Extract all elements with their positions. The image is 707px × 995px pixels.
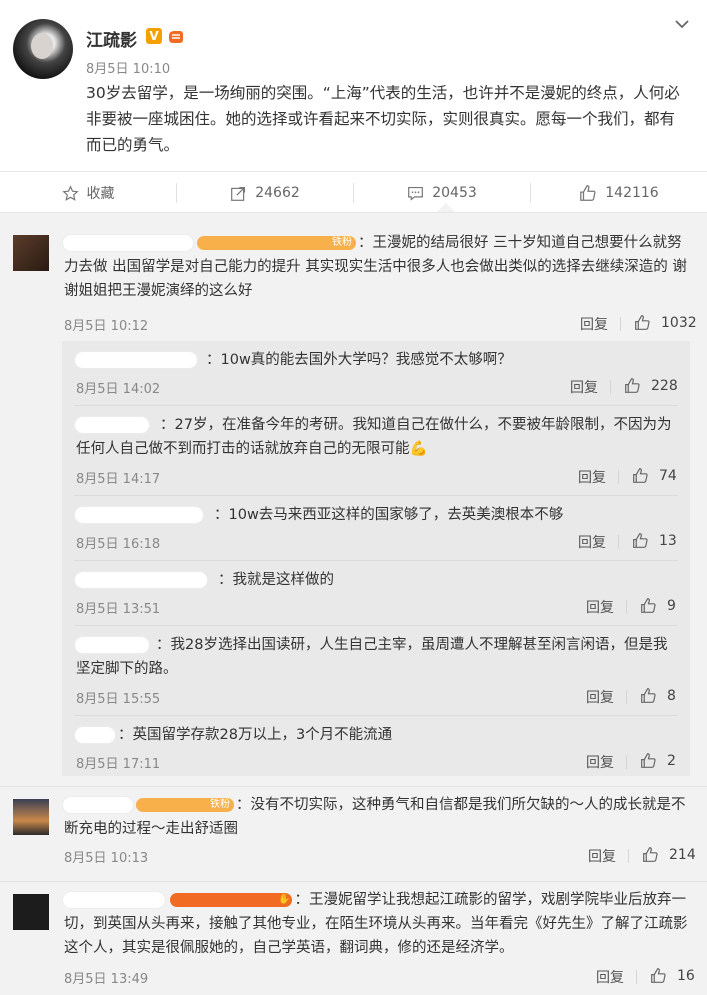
- comment-body: ：王漫妮的结局很好 三十岁知道自己想要什么就努力去做 出国留学是对自己能力的提升…: [64, 235, 687, 299]
- comment-body: ：王漫妮留学让我想起江疏影的留学，戏剧学院毕业后放弃一切，到英国从头再来，接触了…: [64, 892, 688, 956]
- comment-item: ✋ ：王漫妮留学让我想起江疏影的留学，戏剧学院毕业后放弃一切，到英国从头再来，接触…: [0, 882, 707, 995]
- like-count: 9: [667, 597, 676, 614]
- author-name[interactable]: 江疏影: [86, 26, 137, 51]
- reply-text: ：我就是这样做的: [218, 572, 334, 588]
- reply-button[interactable]: 回复: [588, 846, 616, 866]
- reply-like-button[interactable]: 228: [624, 377, 678, 394]
- thumbs-up-icon: [625, 378, 640, 393]
- comment-icon: [408, 186, 424, 201]
- reply-time: 8月5日 15:55: [76, 692, 161, 707]
- sub-reply-item: ：27岁，在准备今年的考研。我知道自己在做什么，不要被年龄限制，不因为为任何人自…: [62, 406, 690, 494]
- reply-like-button[interactable]: 2: [640, 752, 676, 769]
- reply-text: ：10w真的能去国外大学吗？我感觉不太够啊？: [206, 352, 512, 368]
- reply-like-button[interactable]: 74: [632, 467, 677, 484]
- like-count: 8: [667, 687, 676, 704]
- reply-button[interactable]: 回复: [596, 967, 624, 987]
- sub-reply-item: ：我28岁选择出国读研，人生自己主宰，虽周遭人不理解甚至闲言闲语，但是我坚定脚下…: [62, 626, 690, 714]
- commenter-avatar[interactable]: [13, 799, 49, 835]
- reply-like-button[interactable]: 9: [640, 597, 676, 614]
- fan-hand-icon: [166, 27, 186, 45]
- star-icon: [61, 184, 79, 201]
- sub-reply-item: ：英国留学存款28万以上，3个月不能流通 8月5日 17:11 回复 2: [62, 716, 690, 776]
- chevron-down-icon[interactable]: [672, 14, 692, 34]
- reply-like-button[interactable]: 13: [632, 532, 677, 549]
- thumbs-up-icon: [651, 968, 666, 983]
- fan-badge: 铁粉: [136, 798, 234, 812]
- weibo-post: 江疏影 V 8月5日 10:10 30岁去留学，是一场绚丽的突围。“上海”代表的…: [0, 0, 707, 171]
- thumbs-up-icon: [641, 598, 656, 613]
- like-count: 74: [659, 467, 677, 484]
- like-count: 228: [651, 377, 678, 394]
- thumbs-up-icon: [633, 468, 648, 483]
- comment-count: 20453: [432, 185, 477, 201]
- like-button[interactable]: 142116: [531, 172, 707, 214]
- fan-badge: 铁粉: [197, 236, 356, 250]
- thumbs-up-icon: [641, 753, 656, 768]
- comment-item: 铁粉 ：没有不切实际，这种勇气和自信都是我们所欠缺的～人的成长就是不断充电的过程～…: [0, 787, 707, 880]
- comment-time: 8月5日 10:12: [64, 319, 149, 334]
- reply-time: 8月5日 13:51: [76, 602, 161, 617]
- reply-time: 8月5日 17:11: [76, 757, 161, 772]
- sub-reply-panel: ：10w真的能去国外大学吗？我感觉不太够啊？ 8月5日 14:02 回复 228…: [62, 341, 690, 776]
- thumbs-up-icon: [580, 185, 596, 201]
- reply-like-button[interactable]: 8: [640, 687, 676, 704]
- collect-button[interactable]: 收藏: [0, 172, 176, 214]
- reply-button[interactable]: 回复: [586, 687, 614, 707]
- post-time: 8月5日 10:10: [86, 62, 171, 77]
- reply-button[interactable]: 回复: [586, 597, 614, 617]
- like-count: 16: [677, 967, 695, 984]
- commenter-avatar[interactable]: [13, 235, 49, 271]
- comment-time: 8月5日 10:13: [64, 851, 149, 866]
- action-bar: 收藏 24662 20453 142116: [0, 171, 707, 213]
- collect-label: 收藏: [86, 186, 115, 202]
- comment-text: ✋ ：王漫妮留学让我想起江疏影的留学，戏剧学院毕业后放弃一切，到英国从头再来，接触…: [64, 888, 689, 960]
- commenter-avatar[interactable]: [13, 894, 49, 930]
- reply-time: 8月5日 14:02: [76, 382, 161, 397]
- reply-time: 8月5日 14:17: [76, 472, 161, 487]
- share-icon: [231, 186, 246, 201]
- reply-button[interactable]: 回复: [578, 532, 606, 552]
- reply-button[interactable]: 回复: [570, 377, 598, 397]
- sub-reply-item: ：10w真的能去国外大学吗？我感觉不太够啊？ 8月5日 14:02 回复 228: [62, 341, 690, 404]
- comment-item: 铁粉 ：王漫妮的结局很好 三十岁知道自己想要什么就努力去做 出国留学是对自己能力的…: [0, 213, 707, 788]
- reply-time: 8月5日 16:18: [76, 537, 161, 552]
- reply-text: ：27岁，在准备今年的考研。我知道自己在做什么，不要被年龄限制，不因为为任何人自…: [76, 417, 672, 457]
- sub-reply-item: ：10w去马来西亚这样的国家够了，去英美澳根本不够 8月5日 16:18 回复 …: [62, 496, 690, 559]
- comment-like-button[interactable]: 214: [642, 846, 696, 863]
- author-avatar[interactable]: [13, 19, 73, 79]
- comment-text: 铁粉 ：没有不切实际，这种勇气和自信都是我们所欠缺的～人的成长就是不断充电的过程～…: [64, 793, 689, 841]
- reply-button[interactable]: 回复: [578, 467, 606, 487]
- verified-badge: V: [146, 28, 162, 44]
- comment-list: 铁粉 ：王漫妮的结局很好 三十岁知道自己想要什么就努力去做 出国留学是对自己能力的…: [0, 213, 707, 995]
- comment-like-button[interactable]: 16: [650, 967, 695, 984]
- fan-hand-icon: ✋: [170, 893, 293, 907]
- like-count: 2: [667, 752, 676, 769]
- reply-text: ：我28岁选择出国读研，人生自己主宰，虽周遭人不理解甚至闲言闲语，但是我坚定脚下…: [76, 637, 668, 677]
- like-count: 214: [669, 846, 696, 863]
- thumbs-up-icon: [635, 315, 650, 330]
- like-count: 1032: [661, 314, 697, 331]
- reply-text: ：英国留学存款28万以上，3个月不能流通: [118, 727, 393, 743]
- thumbs-up-icon: [641, 688, 656, 703]
- post-text: 30岁去留学，是一场绚丽的突围。“上海”代表的生活，也许并不是漫妮的终点，人何必…: [86, 84, 680, 154]
- reply-text: ：10w去马来西亚这样的国家够了，去英美澳根本不够: [214, 507, 564, 523]
- thumbs-up-icon: [633, 533, 648, 548]
- reply-button[interactable]: 回复: [586, 752, 614, 772]
- like-count: 142116: [605, 185, 659, 201]
- comment-time: 8月5日 13:49: [64, 972, 149, 987]
- comment-pointer: [437, 203, 455, 212]
- like-count: 13: [659, 532, 677, 549]
- forward-count: 24662: [255, 185, 300, 201]
- comment-like-button[interactable]: 1032: [634, 314, 697, 331]
- thumbs-up-icon: [643, 847, 658, 862]
- reply-button[interactable]: 回复: [580, 314, 608, 334]
- comment-text: 铁粉 ：王漫妮的结局很好 三十岁知道自己想要什么就努力去做 出国留学是对自己能力的…: [64, 231, 689, 303]
- sub-reply-item: ：我就是这样做的 8月5日 13:51 回复 9: [62, 561, 690, 624]
- forward-button[interactable]: 24662: [177, 172, 353, 214]
